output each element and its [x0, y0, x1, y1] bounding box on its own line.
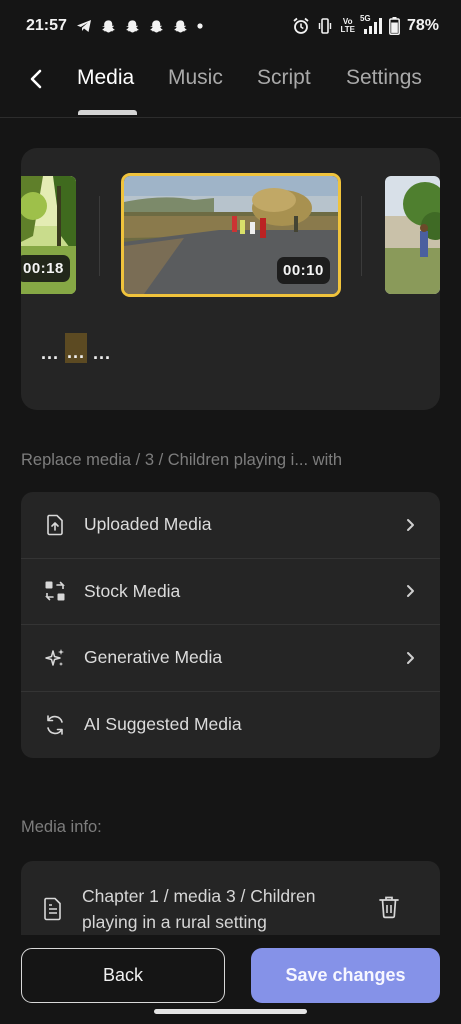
active-tab-indicator — [78, 110, 137, 115]
sparkles-icon — [43, 646, 67, 670]
chevron-right-icon — [404, 651, 418, 665]
battery-icon — [389, 17, 400, 35]
status-bar: 21:57 Vo LTE 5G 78% — [0, 0, 461, 52]
option-generative-media[interactable]: Generative Media — [21, 625, 440, 692]
battery-percent: 78% — [406, 17, 439, 34]
status-time: 21:57 — [26, 17, 67, 34]
option-label: Uploaded Media — [84, 514, 212, 535]
media-clip-thumbnail[interactable]: 00:18 — [21, 176, 76, 294]
option-label: AI Suggested Media — [84, 714, 242, 735]
save-changes-button[interactable]: Save changes — [251, 948, 440, 1003]
top-nav: Media Music Script Settings — [0, 52, 461, 118]
back-arrow-icon[interactable] — [26, 68, 48, 90]
clip-divider — [361, 196, 362, 276]
swap-icon — [43, 579, 67, 603]
media-info-line: Chapter 1 / media 3 / Children — [82, 886, 316, 906]
document-icon — [43, 897, 63, 926]
chevron-right-icon — [404, 518, 418, 532]
telegram-icon — [76, 19, 92, 33]
vibrate-icon — [317, 17, 333, 35]
option-uploaded-media[interactable]: Uploaded Media — [21, 492, 440, 559]
option-stock-media[interactable]: Stock Media — [21, 559, 440, 625]
replace-media-label: Replace media / 3 / Children playing i..… — [21, 451, 342, 469]
script-token[interactable]: ... — [41, 343, 59, 364]
clip-duration: 00:10 — [277, 257, 330, 284]
signal-icon: 5G — [360, 15, 382, 34]
media-info-line: playing in a rural setting — [82, 912, 267, 932]
script-token[interactable]: ... — [93, 343, 111, 364]
chevron-right-icon — [404, 584, 418, 598]
media-clip-thumbnail-selected[interactable]: 00:10 — [121, 173, 341, 297]
option-ai-suggested-media[interactable]: AI Suggested Media — [21, 692, 440, 759]
media-clip-thumbnail[interactable] — [385, 176, 440, 294]
media-timeline: 00:18 00:10 ... ... ... — [21, 148, 440, 410]
volte-icon: Vo LTE — [340, 17, 355, 34]
footer-actions: Back Save changes — [0, 935, 461, 1024]
alarm-icon — [292, 17, 310, 35]
script-tokens: ... ... ... — [41, 333, 111, 364]
option-label: Generative Media — [84, 647, 223, 668]
upload-file-icon — [43, 513, 67, 537]
tab-music[interactable]: Music — [168, 66, 223, 90]
clip-duration: 00:18 — [21, 255, 70, 282]
snapchat-icon — [101, 19, 116, 34]
trash-icon[interactable] — [378, 895, 400, 924]
media-info-text: Chapter 1 / media 3 / Children playing i… — [82, 883, 372, 935]
tab-media[interactable]: Media — [77, 66, 134, 90]
tab-script[interactable]: Script — [257, 66, 311, 90]
script-token-selected[interactable]: ... — [65, 333, 88, 363]
refresh-icon — [43, 713, 67, 737]
home-indicator[interactable] — [154, 1009, 307, 1014]
snapchat-icon — [173, 19, 188, 34]
replace-options-list: Uploaded Media Stock Media Generative Me… — [21, 492, 440, 758]
option-label: Stock Media — [84, 580, 181, 601]
back-button[interactable]: Back — [21, 948, 225, 1003]
snapchat-icon — [149, 19, 164, 34]
media-info-label: Media info: — [21, 818, 102, 836]
snapchat-icon — [125, 19, 140, 34]
dot-icon — [197, 23, 203, 29]
tab-settings[interactable]: Settings — [346, 66, 422, 90]
clip-divider — [99, 196, 100, 276]
